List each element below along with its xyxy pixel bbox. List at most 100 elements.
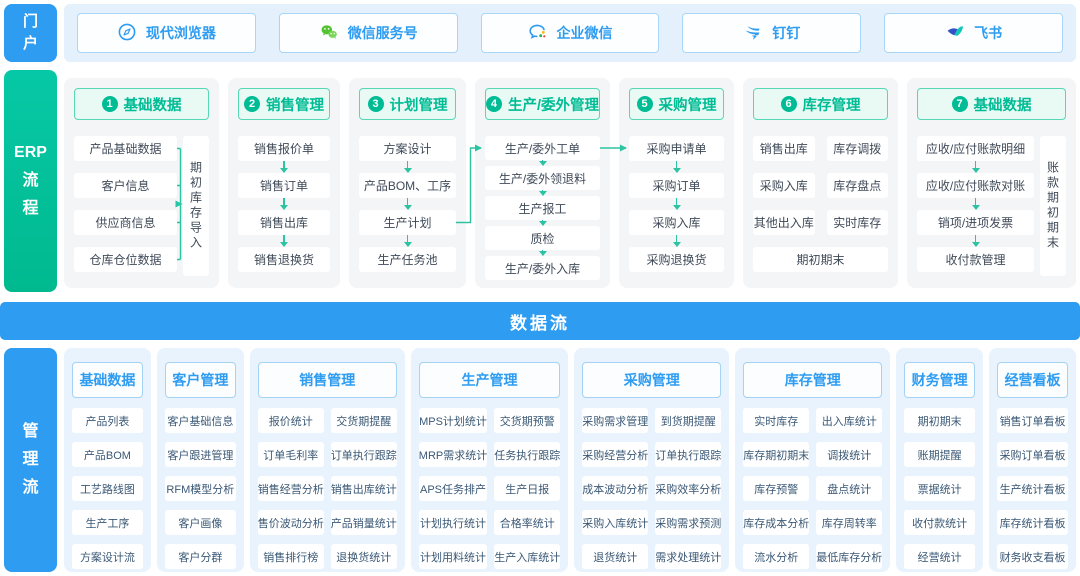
erp-panel-production-outsourcing: 4 生产/委外管理 生产/委外工单生产/委外领退料生产报工质检生产/委外入库 [475,78,610,288]
flow-steps-list: 产品基础数据客户信息供应商信息仓库仓位数据 [74,136,177,276]
erp-flow-section: ERP 流 程 1 基础数据 产品基础数据客户信息供应商信息仓库仓位数据 期初库… [0,70,1080,292]
mgmt-item: 采购入库统计 [582,510,648,535]
flow-steps-list: 应收/应付账款明细应收/应付账款对账销项/进项发票收付款管理 [917,136,1034,276]
mgmt-group-header: 财务管理 [904,362,975,398]
flow-arrow-down-icon [917,198,1034,210]
mgmt-item: 账期提醒 [904,442,975,467]
flow-step-box: 采购入库 [629,210,724,235]
erp-panel-header: 1 基础数据 [74,88,209,120]
erp-panel-purchasing: 5 采购管理 采购申请单采购订单采购入库采购退换货 [619,78,734,288]
flow-arrow-down-icon [238,161,330,173]
step-number-badge: 1 [102,96,118,112]
mgmt-group-customer: 客户管理 客户基础信息客户跟进管理RFM模型分析客户画像客户分群 [157,348,244,572]
dingtalk-icon [743,22,763,45]
flow-step-box: 采购申请单 [629,136,724,161]
mgmt-item: 任务执行跟踪 [494,442,560,467]
mgmt-item: 成本波动分析 [582,476,648,501]
mgmt-item: 流水分析 [743,544,809,569]
mgmt-item: 生产工序 [72,510,143,535]
mgmt-item: 库存统计看板 [997,510,1068,535]
portal-app-label: 企业微信 [556,23,612,43]
mgmt-item: 交货期预警 [494,408,560,433]
flow-step-box: 生产/委外入库 [485,256,600,280]
portal-app-label: 飞书 [974,23,1002,43]
mgmt-item: 库存预警 [743,476,809,501]
mgmt-item: MPS计划统计 [419,408,487,433]
data-flow-band: 数据流 [0,302,1080,340]
mgmt-item: 计划用料统计 [419,544,487,569]
mgmt-item: 实时库存 [743,408,809,433]
flow-step-box: 销售退换货 [238,247,330,272]
flow-step-box: 库存盘点 [827,173,889,198]
mgmt-item: 生产统计看板 [997,476,1068,501]
mgmt-item: MRP需求统计 [419,442,487,467]
flow-arrow-down-icon [917,235,1034,247]
portal-app-wecom: 企业微信 [481,13,660,53]
erp-architecture-page: 门 户 现代浏览器 微信服务号 企业微信 钉钉 飞书 [0,0,1080,576]
flow-step-box: 仓库仓位数据 [74,247,177,272]
flow-step-box: 收付款管理 [917,247,1034,272]
mgmt-item: 生产入库统计 [494,544,560,569]
mgmt-item: 出入库统计 [816,408,882,433]
flow-arrow-down-icon [359,198,456,210]
flow-step-box: 期初期末 [753,247,888,272]
management-flow-label: 管 理 流 [4,348,57,572]
panel-body: 产品基础数据客户信息供应商信息仓库仓位数据 期初库存导入 [74,120,209,276]
flow-step-box: 供应商信息 [74,210,177,235]
flow-steps-list: 方案设计产品BOM、工序生产计划生产任务池 [359,136,456,272]
mgmt-item-list: 出入库统计调拨统计盘点统计库存周转率最低库存分析 [816,408,882,569]
mgmt-item: 期初期末 [904,408,975,433]
flow-arrow-down-icon [629,235,724,247]
step-number-badge: 2 [244,96,260,112]
mgmt-item: 订单毛利率 [258,442,324,467]
flow-arrow-down-icon [238,235,330,247]
group-columns: 产品列表产品BOM工艺路线图生产工序方案设计流 [72,408,143,569]
portal-strip: 现代浏览器 微信服务号 企业微信 钉钉 飞书 [64,4,1076,62]
mgmt-item: 销售经营分析 [258,476,324,501]
mgmt-item: 方案设计流 [72,544,143,569]
mgmt-item: 采购效率分析 [655,476,721,501]
mgmt-group-production: 生产管理 MPS计划统计MRP需求统计APS任务排产计划执行统计计划用料统计 交… [411,348,568,572]
mgmt-item-list: 采购需求管理采购经营分析成本波动分析采购入库统计退货统计 [582,408,648,569]
erp-panel-title: 销售管理 [266,94,324,115]
mgmt-item-list: 交货期提醒订单执行跟踪销售出库统计产品销量统计退换货统计 [331,408,397,569]
mgmt-item: 交货期提醒 [331,408,397,433]
mgmt-item: 库存周转率 [816,510,882,535]
erp-panel-inventory: 6 库存管理 销售出库库存调拨采购入库库存盘点其他出入库实时库存 期初期末 [743,78,898,288]
portal-app-modern-browser: 现代浏览器 [77,13,256,53]
portal-section: 门 户 现代浏览器 微信服务号 企业微信 钉钉 飞书 [4,4,1076,62]
flow-steps-list: 销售报价单销售订单销售出库销售退换货 [238,136,330,272]
group-columns: 销售订单看板采购订单看板生产统计看板库存统计看板财务收支看板 [997,408,1068,569]
flow-step-box: 生产/委外领退料 [485,166,600,190]
management-flow-section: 管 理 流 基础数据 产品列表产品BOM工艺路线图生产工序方案设计流 客户管理 … [0,348,1080,572]
initial-stock-import-tag: 期初库存导入 [183,136,209,276]
erp-panel-header: 5 采购管理 [629,88,724,120]
erp-panel-planning: 3 计划管理 方案设计产品BOM、工序生产计划生产任务池 [349,78,466,288]
mgmt-item: 生产日报 [494,476,560,501]
mgmt-item: 盘点统计 [816,476,882,501]
flow-step-box: 销售报价单 [238,136,330,161]
mgmt-group-header: 销售管理 [258,362,397,398]
mgmt-item-list: 期初期末账期提醒票据统计收付款统计经营统计 [904,408,975,569]
account-period-tag: 账款期初期末 [1040,136,1066,276]
mgmt-item: 客户基础信息 [165,408,236,433]
flow-steps-list: 生产/委外工单生产/委外领退料生产报工质检生产/委外入库 [485,136,600,280]
flow-step-box: 产品基础数据 [74,136,177,161]
erp-panel-header: 4 生产/委外管理 [485,88,600,120]
flow-step-box: 生产计划 [359,210,456,235]
erp-panel-header: 7 基础数据 [917,88,1066,120]
flow-step-box: 采购入库 [753,173,815,198]
flow-step-box: 销项/进项发票 [917,210,1034,235]
portal-app-wechat-service: 微信服务号 [279,13,458,53]
flow-step-box: 生产/委外工单 [485,136,600,160]
mgmt-item: 计划执行统计 [419,510,487,535]
mgmt-item: 到货期提醒 [655,408,721,433]
mgmt-group-header: 库存管理 [743,362,882,398]
mgmt-item-list: MPS计划统计MRP需求统计APS任务排产计划执行统计计划用料统计 [419,408,487,569]
mgmt-item: 报价统计 [258,408,324,433]
portal-app-feishu: 飞书 [884,13,1063,53]
flow-steps-list: 采购申请单采购订单采购入库采购退换货 [629,136,724,272]
mgmt-item: 票据统计 [904,476,975,501]
erp-panel-basic-data: 1 基础数据 产品基础数据客户信息供应商信息仓库仓位数据 期初库存导入 [64,78,219,288]
mgmt-item: 产品销量统计 [331,510,397,535]
